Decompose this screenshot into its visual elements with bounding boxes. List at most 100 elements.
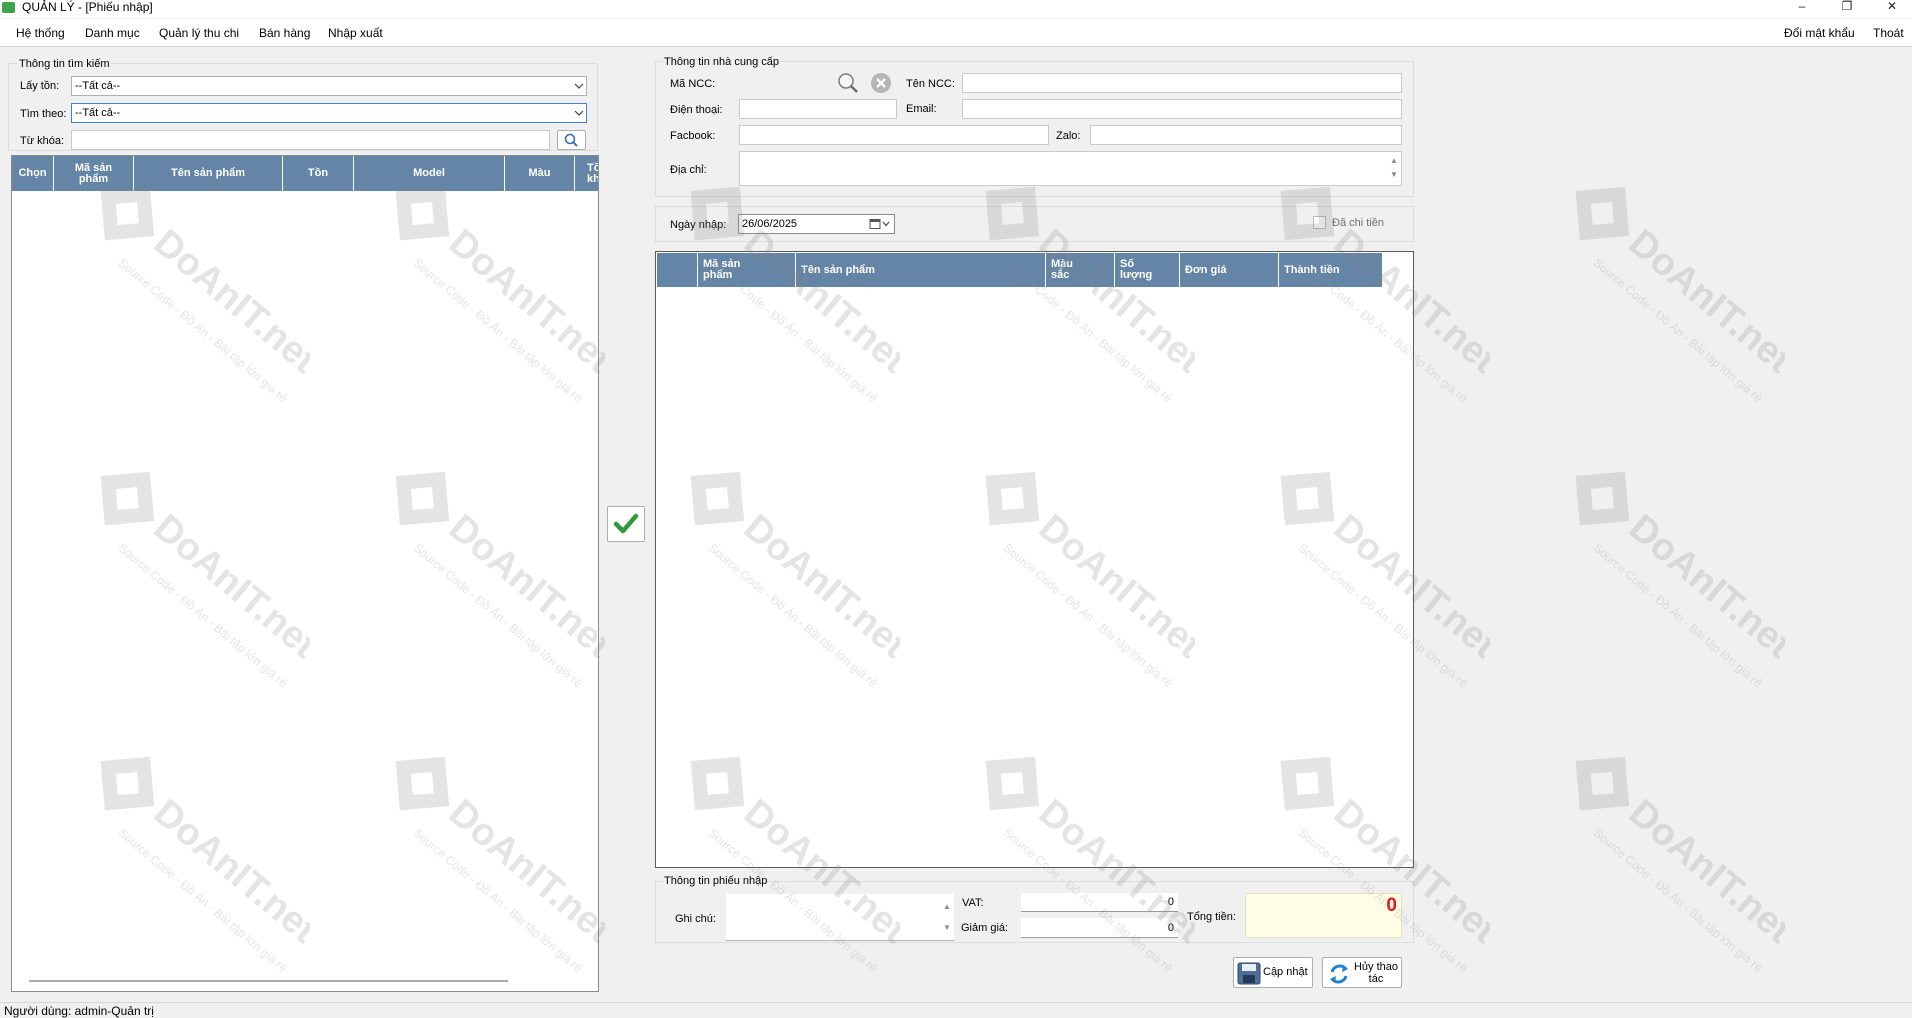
row-header-col — [657, 253, 698, 287]
email-label: Email: — [906, 103, 937, 115]
svg-text:DoAnIT.net: DoAnIT.net — [1621, 222, 1785, 382]
lay-ton-value: --Tất cả-- — [75, 80, 121, 92]
restore-button[interactable]: ❐ — [1827, 0, 1867, 14]
search-group-title: Thông tin tìm kiếm — [18, 57, 111, 71]
watermark: DoAnIT.net Source Code - Đồ Án - Bài tập … — [1505, 165, 1800, 425]
detail-grid-header: Mã sản phẩm Tên sản phẩm Màu sắc Số lượn… — [657, 253, 1383, 287]
cap-nhat-button[interactable]: Cập nhật — [1233, 957, 1313, 988]
giam-gia-label: Giảm giá: — [961, 922, 1009, 934]
ten-ncc-input[interactable] — [962, 73, 1402, 93]
ghi-chu-scrollbar[interactable]: ▲ ▼ — [940, 896, 954, 938]
menu-quan-ly-thu-chi[interactable]: Quản lý thu chi — [159, 19, 239, 47]
menu-doi-mat-khau[interactable]: Đổi mật khẩu — [1784, 19, 1855, 47]
svg-text:Source Code - Đồ Án - Bài tập: Source Code - Đồ Án - Bài tập lớn giá rẻ — [1591, 540, 1766, 691]
search-button[interactable] — [557, 130, 586, 150]
window-title: QUẢN LÝ - [Phiếu nhập] — [22, 0, 153, 14]
menu-nhap-xuat[interactable]: Nhập xuất — [328, 19, 383, 47]
cap-nhat-label: Cập nhật — [1263, 966, 1308, 978]
minimize-button[interactable]: – — [1782, 0, 1822, 14]
da-chi-tien-checkbox[interactable] — [1313, 216, 1326, 229]
dia-chi-textarea[interactable]: ▲ ▼ — [739, 151, 1402, 186]
svg-text:Source Code - Đồ Án - Bài tập: Source Code - Đồ Án - Bài tập lớn giá rẻ — [1591, 255, 1766, 406]
tim-theo-select[interactable]: --Tất cả-- — [71, 103, 587, 123]
product-grid[interactable]: Chọn Mã sản phẩm Tên sản phẩm Tồn Model … — [11, 155, 599, 992]
search-icon — [564, 133, 578, 147]
huy-label-2: tác — [1368, 973, 1384, 985]
col-thanh-tien[interactable]: Thành tiền — [1279, 253, 1383, 287]
dien-thoai-label: Điện thoại: — [670, 104, 723, 116]
dia-chi-label: Địa chỉ: — [670, 164, 707, 176]
menu-danh-muc[interactable]: Danh mục — [85, 19, 140, 47]
app-icon — [2, 2, 15, 13]
ghi-chu-label: Ghi chú: — [675, 913, 716, 925]
col-ma-san-pham[interactable]: Mã sản phẩm — [698, 253, 796, 287]
col-ton[interactable]: Tồn — [283, 156, 354, 191]
facebook-label: Facbook: — [670, 130, 716, 142]
product-grid-header: Chọn Mã sản phẩm Tên sản phẩm Tồn Model … — [12, 156, 598, 191]
title-bar — [0, 0, 1912, 18]
chevron-down-icon — [574, 110, 584, 116]
ghi-chu-textarea[interactable]: ▲ ▼ — [726, 894, 954, 941]
col-ma-san-pham[interactable]: Mã sản phẩm — [54, 156, 134, 191]
ma-ncc-label: Mã NCC: — [670, 78, 716, 90]
watermark: DoAnIT.net Source Code - Đồ Án - Bài tập … — [1505, 450, 1800, 710]
check-icon — [613, 513, 639, 534]
tu-khoa-label: Từ khóa: — [20, 135, 65, 147]
find-supplier-button[interactable] — [834, 70, 861, 95]
col-ten-san-pham[interactable]: Tên sản phẩm — [796, 253, 1046, 287]
zalo-label: Zalo: — [1056, 130, 1081, 142]
da-chi-tien-label: Đã chi tiền — [1332, 217, 1384, 229]
clear-supplier-button[interactable] — [869, 71, 893, 95]
chevron-down-icon — [574, 83, 584, 89]
giam-gia-input[interactable]: 0 — [1021, 918, 1178, 938]
col-chon[interactable]: Chọn — [12, 156, 54, 191]
zalo-input[interactable] — [1090, 125, 1402, 145]
lay-ton-label: Lấy tồn: — [20, 80, 60, 92]
magnifier-icon — [838, 73, 858, 93]
menu-he-thong[interactable]: Hệ thống — [16, 19, 65, 47]
ma-ncc-input[interactable] — [739, 73, 833, 93]
menu-ban-hang[interactable]: Bán hàng — [259, 19, 310, 47]
huy-label-1: Hủy thao — [1353, 961, 1399, 973]
keyword-input[interactable] — [71, 130, 550, 150]
col-so-luong[interactable]: Số lượng — [1115, 253, 1180, 287]
col-mau[interactable]: Màu — [505, 156, 575, 191]
watermark: DoAnIT.net Source Code - Đồ Án - Bài tập … — [1505, 735, 1800, 995]
detail-grid[interactable]: Mã sản phẩm Tên sản phẩm Màu sắc Số lượn… — [655, 251, 1414, 868]
status-user: Người dùng: admin-Quản trị — [4, 1004, 154, 1018]
calendar-icon — [869, 219, 890, 229]
ngay-nhap-picker[interactable]: 26/06/2025 — [738, 214, 895, 234]
tong-tien-value: 0 — [1245, 893, 1402, 938]
vat-input[interactable]: 0 — [1021, 893, 1178, 912]
refresh-icon — [1330, 964, 1348, 984]
tim-theo-value: --Tất cả-- — [75, 107, 121, 119]
svg-text:Source Code - Đồ Án - Bài tập: Source Code - Đồ Án - Bài tập lớn giá rẻ — [1591, 825, 1766, 976]
receipt-group-title: Thông tin phiếu nhập — [663, 874, 769, 888]
lay-ton-select[interactable]: --Tất cả-- — [71, 76, 587, 96]
tim-theo-label: Tìm theo: — [20, 108, 67, 120]
col-don-gia[interactable]: Đơn giá — [1180, 253, 1279, 287]
huy-thao-tac-button[interactable]: Hủy thao tác — [1322, 957, 1402, 988]
svg-text:DoAnIT.net: DoAnIT.net — [1621, 792, 1785, 952]
clear-icon — [871, 73, 891, 93]
tong-tien-label: Tổng tiền: — [1187, 911, 1236, 923]
svg-text:DoAnIT.net: DoAnIT.net — [1621, 507, 1785, 667]
horizontal-scrollbar[interactable] — [29, 980, 508, 982]
save-icon — [1237, 962, 1261, 985]
menu-thoat[interactable]: Thoát — [1873, 19, 1904, 47]
vat-label: VAT: — [962, 897, 984, 909]
col-model[interactable]: Model — [354, 156, 505, 191]
ngay-nhap-value: 26/06/2025 — [742, 218, 798, 230]
col-ton-kho[interactable]: Tồn kho — [575, 156, 598, 191]
dien-thoai-input[interactable] — [739, 99, 897, 119]
dia-chi-scrollbar[interactable]: ▲ ▼ — [1388, 154, 1400, 184]
ngay-nhap-label: Ngày nhập: — [670, 219, 727, 231]
col-ten-san-pham[interactable]: Tên sản phẩm — [134, 156, 283, 191]
facebook-input[interactable] — [739, 125, 1049, 145]
supplier-group-title: Thông tin nhà cung cấp — [663, 55, 780, 69]
close-button[interactable]: ✕ — [1872, 0, 1912, 14]
status-bar — [0, 1002, 1912, 1018]
col-mau-sac[interactable]: Màu sắc — [1046, 253, 1115, 287]
email-input[interactable] — [962, 99, 1402, 119]
add-product-button[interactable] — [607, 506, 645, 542]
